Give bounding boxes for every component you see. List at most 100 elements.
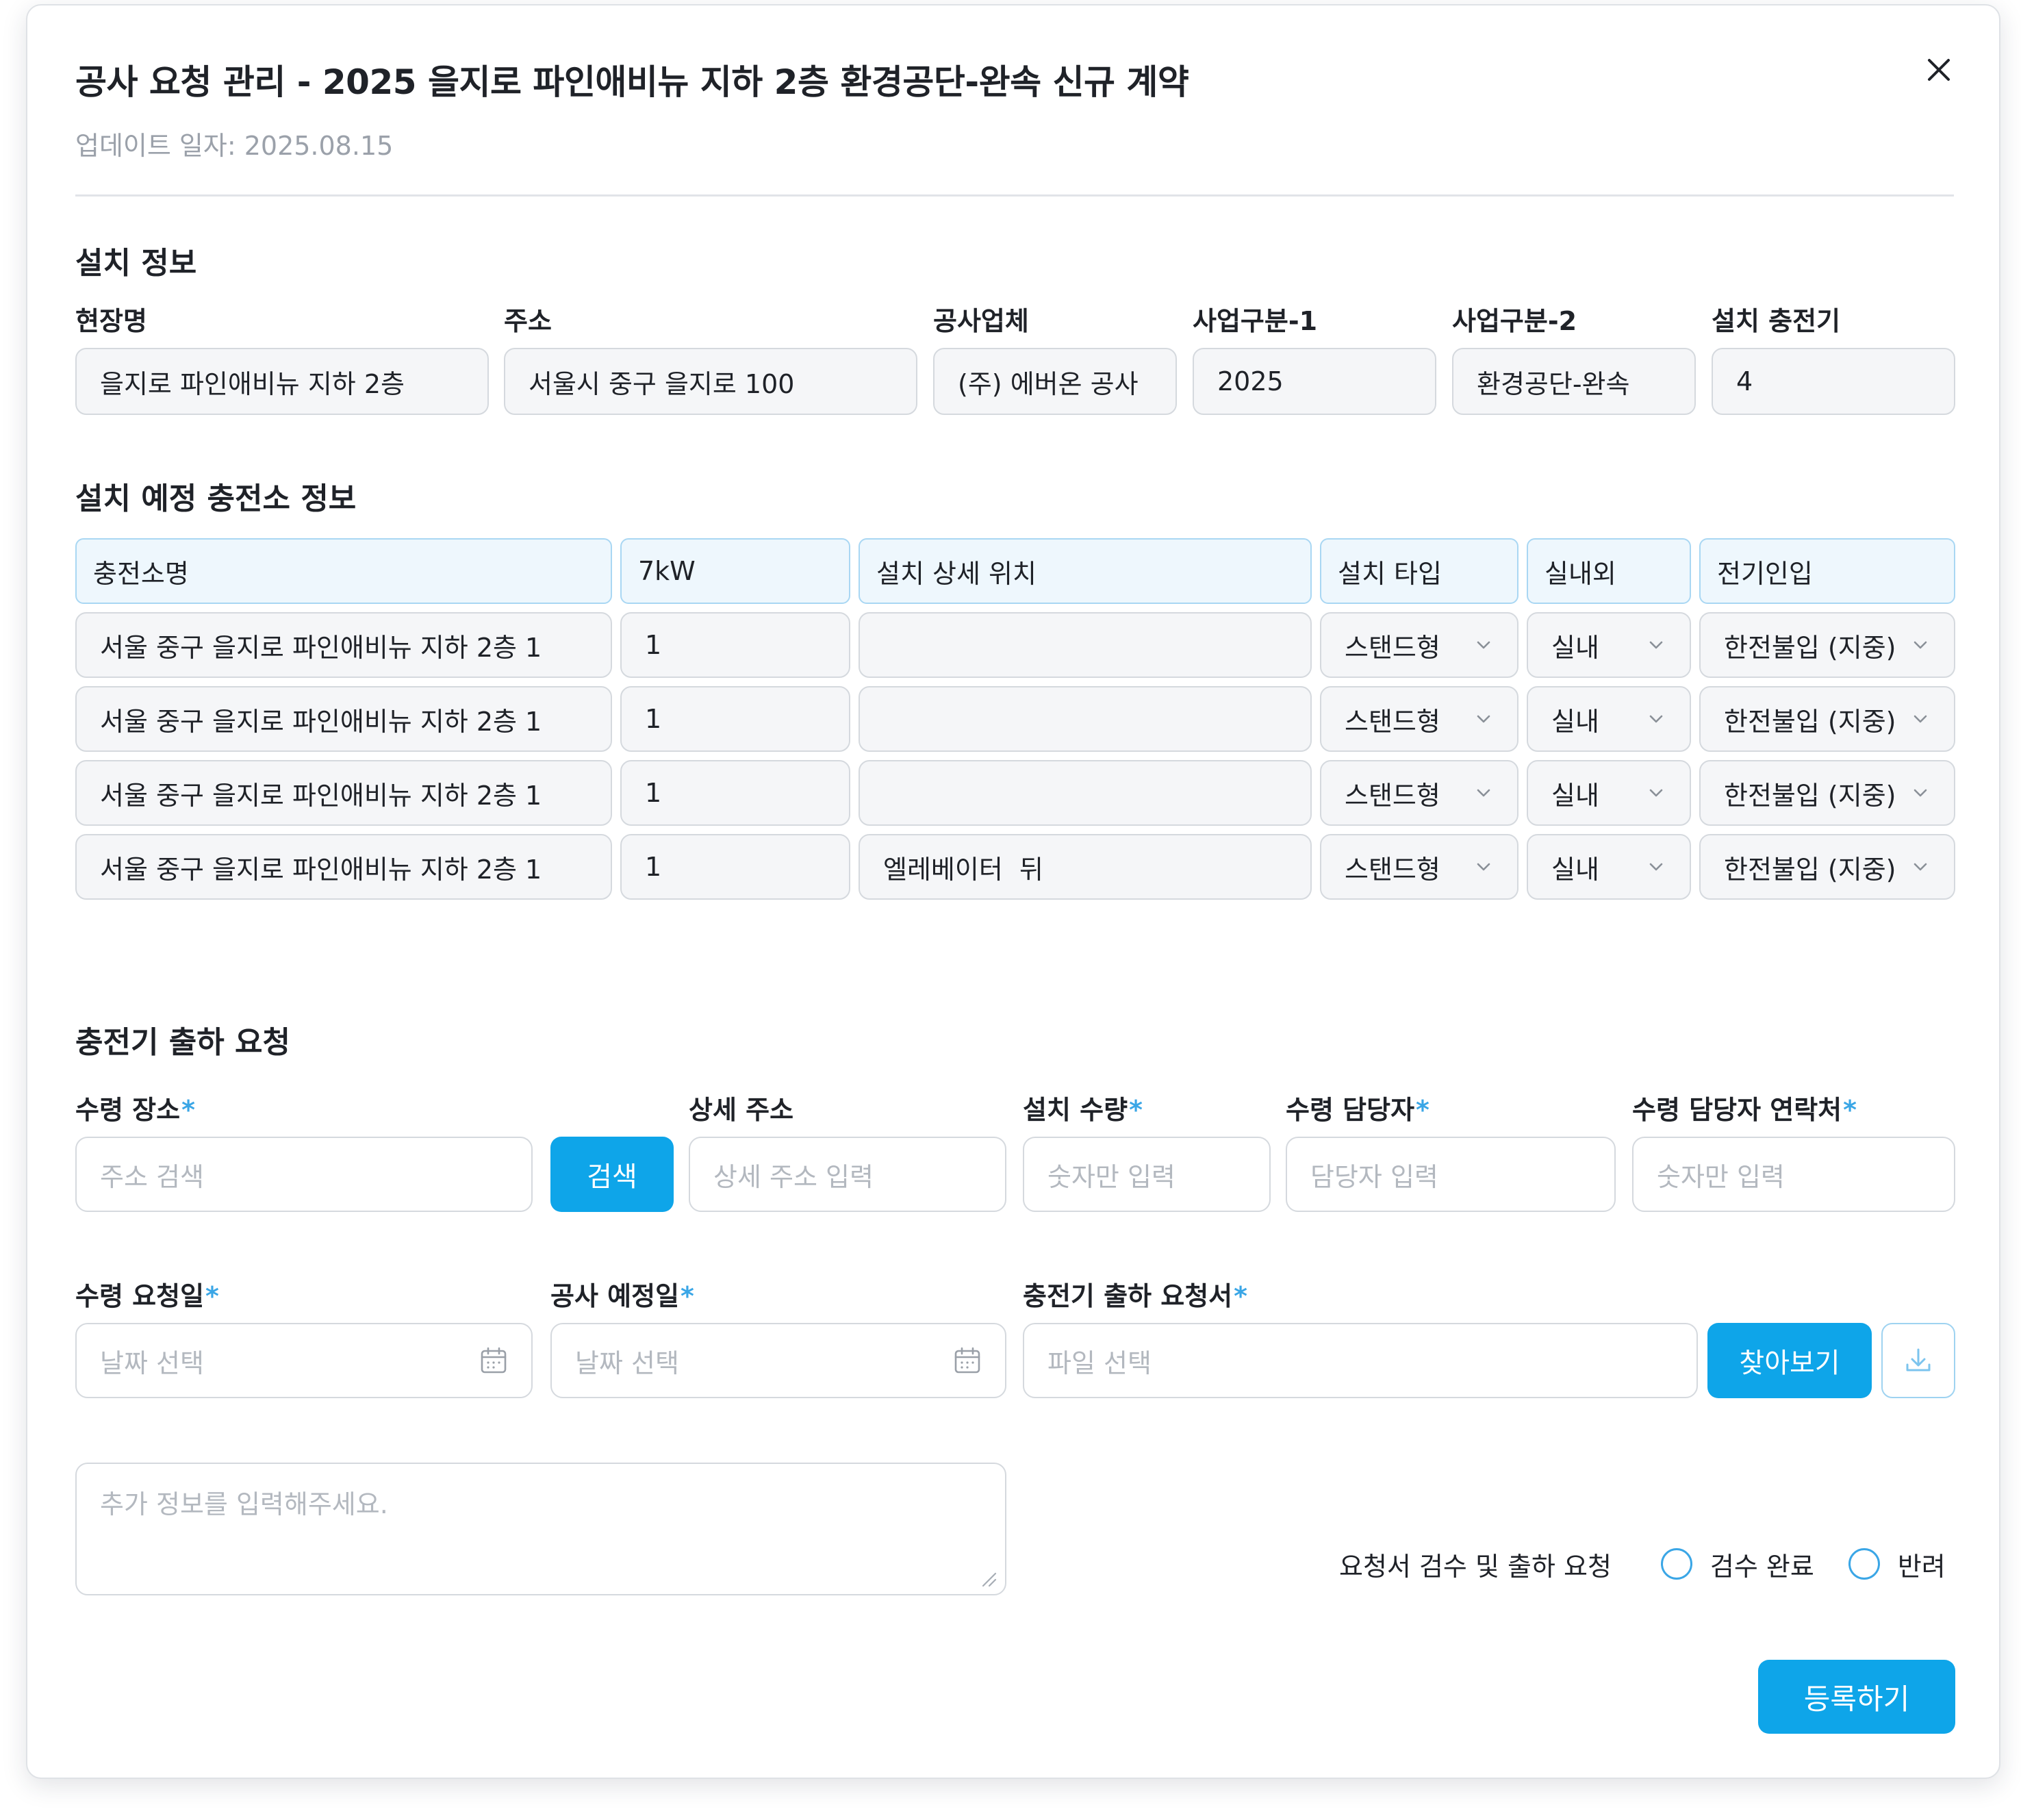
kw-count-field[interactable]: 1: [620, 612, 850, 678]
header-divider: [75, 194, 1954, 197]
col-header-install-type: 설치 타입: [1320, 538, 1518, 604]
receiver-input[interactable]: 담당자 입력: [1286, 1137, 1616, 1212]
col-header-7kw: 7kW: [620, 538, 850, 604]
install-type-value: 스탠드형: [1345, 780, 1440, 811]
chevron-down-icon: [1649, 715, 1663, 723]
site-name-label: 현장명: [75, 306, 147, 336]
chevron-down-icon: [1649, 789, 1663, 797]
receive-date-input[interactable]: 날짜 선택: [75, 1323, 533, 1398]
table-row: 서울 중구 을지로 파인애비뉴 지하 2층 1 1 스탠드형 실내 한전불입 (…: [27, 760, 2002, 826]
indoor-outdoor-value: 실내: [1551, 632, 1599, 663]
extra-info-textarea[interactable]: 추가 정보를 입력해주세요.: [75, 1463, 1006, 1595]
address-label: 주소: [504, 306, 552, 336]
station-name-field[interactable]: 서울 중구 을지로 파인애비뉴 지하 2층 1: [75, 686, 612, 752]
table-row: 서울 중구 을지로 파인애비뉴 지하 2층 1 1 스탠드형 실내 한전불입 (…: [27, 612, 2002, 678]
chevron-down-icon: [1914, 863, 1927, 871]
power-supply-value: 한전불입 (지중): [1724, 854, 1896, 885]
charger-count-field[interactable]: 4: [1712, 348, 1955, 415]
col-header-power-supply: 전기인입: [1699, 538, 1955, 604]
site-name-field[interactable]: 을지로 파인애비뉴 지하 2층: [75, 348, 489, 415]
kw-count-field[interactable]: 1: [620, 834, 850, 900]
power-supply-select[interactable]: 한전불입 (지중): [1699, 612, 1955, 678]
receive-place-input[interactable]: 주소 검색: [75, 1137, 533, 1212]
review-complete-label[interactable]: 검수 완료: [1710, 1545, 1814, 1583]
power-supply-select[interactable]: 한전불입 (지중): [1699, 834, 1955, 900]
install-type-value: 스탠드형: [1345, 632, 1440, 663]
address-field[interactable]: 서울시 중구 을지로 100: [504, 348, 917, 415]
chevron-down-icon: [1477, 715, 1490, 723]
indoor-outdoor-value: 실내: [1551, 780, 1599, 811]
review-request-label: 요청서 검수 및 출하 요청: [1339, 1551, 1612, 1582]
browse-file-button[interactable]: 찾아보기: [1707, 1323, 1872, 1398]
review-request-group: 요청서 검수 및 출하 요청 검수 완료 반려: [1339, 1545, 1946, 1583]
install-type-select[interactable]: 스탠드형: [1320, 686, 1518, 752]
indoor-outdoor-select[interactable]: 실내: [1527, 612, 1691, 678]
request-doc-label: 충전기 출하 요청서*: [1023, 1281, 1248, 1311]
contractor-label: 공사업체: [933, 306, 1029, 336]
install-type-select[interactable]: 스탠드형: [1320, 760, 1518, 826]
contractor-field[interactable]: (주) 에버온 공사: [933, 348, 1177, 415]
calendar-icon: [481, 1347, 507, 1374]
install-qty-label: 설치 수량*: [1023, 1095, 1143, 1125]
chevron-down-icon: [1914, 789, 1927, 797]
construction-date-label: 공사 예정일*: [550, 1281, 694, 1311]
chevron-down-icon: [1649, 863, 1663, 871]
receiver-contact-input[interactable]: 숫자만 입력: [1632, 1137, 1955, 1212]
install-type-value: 스탠드형: [1345, 706, 1440, 737]
construction-date-input[interactable]: 날짜 선택: [550, 1323, 1006, 1398]
power-supply-value: 한전불입 (지중): [1724, 780, 1896, 811]
indoor-outdoor-select[interactable]: 실내: [1527, 834, 1691, 900]
receive-date-label: 수령 요청일*: [75, 1281, 219, 1311]
kw-count-field[interactable]: 1: [620, 686, 850, 752]
business-type-1-label: 사업구분-1: [1193, 306, 1318, 336]
station-name-field[interactable]: 서울 중구 을지로 파인애비뉴 지하 2층 1: [75, 834, 612, 900]
modal-title: 공사 요청 관리 - 2025 을지로 파인애비뉴 지하 2층 환경공단-완속 …: [75, 62, 1189, 102]
chevron-down-icon: [1914, 715, 1927, 723]
indoor-outdoor-value: 실내: [1551, 706, 1599, 737]
business-type-2-label: 사업구분-2: [1452, 306, 1577, 336]
install-qty-input[interactable]: 숫자만 입력: [1023, 1137, 1271, 1212]
indoor-outdoor-select[interactable]: 실내: [1527, 760, 1691, 826]
business-type-2-field[interactable]: 환경공단-완속: [1452, 348, 1696, 415]
location-field[interactable]: [859, 612, 1312, 678]
close-icon: [1928, 59, 1950, 81]
install-type-select[interactable]: 스탠드형: [1320, 612, 1518, 678]
reject-radio[interactable]: [1848, 1548, 1880, 1580]
request-doc-file-input[interactable]: 파일 선택: [1023, 1323, 1698, 1398]
business-type-1-field[interactable]: 2025: [1193, 348, 1436, 415]
power-supply-select[interactable]: 한전불입 (지중): [1699, 760, 1955, 826]
power-supply-select[interactable]: 한전불입 (지중): [1699, 686, 1955, 752]
location-field[interactable]: 엘레베이터 뒤: [859, 834, 1312, 900]
chevron-down-icon: [1477, 863, 1490, 871]
charger-count-label: 설치 충전기: [1712, 306, 1841, 336]
reject-label[interactable]: 반려: [1898, 1545, 1946, 1583]
power-supply-value: 한전불입 (지중): [1724, 706, 1896, 737]
submit-button[interactable]: 등록하기: [1758, 1660, 1955, 1734]
receiver-label: 수령 담당자*: [1286, 1095, 1429, 1125]
install-type-select[interactable]: 스탠드형: [1320, 834, 1518, 900]
install-type-value: 스탠드형: [1345, 854, 1440, 885]
construction-request-modal: 공사 요청 관리 - 2025 을지로 파인애비뉴 지하 2층 환경공단-완속 …: [26, 4, 2000, 1779]
station-name-field[interactable]: 서울 중구 을지로 파인애비뉴 지하 2층 1: [75, 612, 612, 678]
chevron-down-icon: [1477, 789, 1490, 797]
resize-handle-icon[interactable]: [979, 1569, 997, 1587]
location-field[interactable]: [859, 686, 1312, 752]
download-icon: [1906, 1348, 1931, 1372]
indoor-outdoor-value: 실내: [1551, 854, 1599, 885]
shipping-title: 충전기 출하 요청: [75, 1025, 290, 1060]
review-complete-radio[interactable]: [1660, 1548, 1692, 1580]
receiver-contact-label: 수령 담당자 연락처*: [1632, 1095, 1857, 1125]
chevron-down-icon: [1649, 641, 1663, 649]
download-button[interactable]: [1881, 1323, 1955, 1398]
detail-address-input[interactable]: 상세 주소 입력: [689, 1137, 1006, 1212]
close-button[interactable]: [1918, 49, 1959, 90]
chevron-down-icon: [1914, 641, 1927, 649]
station-name-field[interactable]: 서울 중구 을지로 파인애비뉴 지하 2층 1: [75, 760, 612, 826]
table-row: 서울 중구 을지로 파인애비뉴 지하 2층 1 1 스탠드형 실내 한전불입 (…: [27, 686, 2002, 752]
location-field[interactable]: [859, 760, 1312, 826]
col-header-location: 설치 상세 위치: [859, 538, 1312, 604]
kw-count-field[interactable]: 1: [620, 760, 850, 826]
indoor-outdoor-select[interactable]: 실내: [1527, 686, 1691, 752]
address-search-button[interactable]: 검색: [550, 1137, 674, 1212]
detail-address-label: 상세 주소: [689, 1095, 794, 1125]
